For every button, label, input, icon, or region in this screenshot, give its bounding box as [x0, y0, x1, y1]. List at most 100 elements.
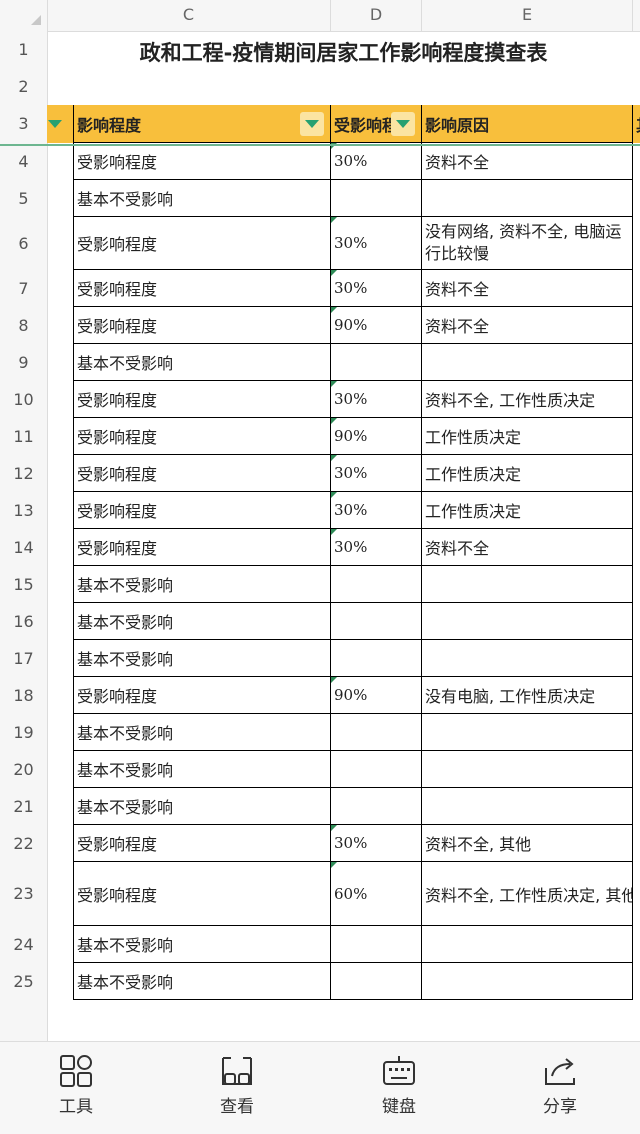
impact-reason-cell[interactable]: 没有网络, 资料不全, 电脑运行比较慢 [422, 217, 633, 270]
affected-percent-cell[interactable]: 30% [331, 270, 422, 307]
impact-degree-cell[interactable]: 基本不受影响 [73, 603, 331, 640]
impact-reason-cell[interactable]: 资料不全 [422, 270, 633, 307]
affected-percent-cell[interactable] [331, 751, 422, 788]
row-number[interactable]: 6 [0, 217, 47, 270]
affected-percent-cell[interactable]: 90% [331, 307, 422, 344]
row-number[interactable]: 19 [0, 714, 47, 751]
keyboard-button[interactable]: 键盘 [359, 1054, 439, 1117]
affected-percent-cell[interactable] [331, 926, 422, 963]
affected-percent-cell[interactable]: 60% [331, 862, 422, 926]
row-number[interactable]: 20 [0, 751, 47, 788]
row-number[interactable]: 24 [0, 926, 47, 963]
impact-degree-cell[interactable]: 基本不受影响 [73, 963, 331, 1000]
row-number[interactable]: 10 [0, 381, 47, 418]
impact-reason-cell[interactable]: 没有电脑, 工作性质决定 [422, 677, 633, 714]
impact-reason-cell[interactable] [422, 963, 633, 1000]
view-button[interactable]: 查看 [197, 1054, 277, 1117]
impact-degree-cell[interactable]: 受影响程度 [73, 455, 331, 492]
impact-degree-cell[interactable]: 基本不受影响 [73, 751, 331, 788]
row-number[interactable]: 12 [0, 455, 47, 492]
affected-percent-cell[interactable] [331, 714, 422, 751]
column-header-e[interactable]: E [422, 0, 633, 31]
affected-percent-cell[interactable]: 30% [331, 825, 422, 862]
impact-reason-cell[interactable] [422, 603, 633, 640]
row-number[interactable]: 21 [0, 788, 47, 825]
impact-degree-cell[interactable]: 基本不受影响 [73, 926, 331, 963]
row-number[interactable]: 14 [0, 529, 47, 566]
affected-percent-cell[interactable] [331, 963, 422, 1000]
affected-percent-cell[interactable]: 30% [331, 455, 422, 492]
impact-degree-cell[interactable]: 受影响程度 [73, 143, 331, 180]
row-number[interactable]: 17 [0, 640, 47, 677]
header-cell-f[interactable]: 其 [633, 105, 640, 143]
impact-degree-cell[interactable]: 受影响程度 [73, 217, 331, 270]
affected-percent-cell[interactable] [331, 566, 422, 603]
filter-dropdown-icon[interactable] [47, 112, 67, 136]
impact-degree-cell[interactable]: 受影响程度 [73, 418, 331, 455]
impact-reason-cell[interactable] [422, 926, 633, 963]
filter-dropdown-icon[interactable] [300, 111, 324, 136]
affected-percent-cell[interactable] [331, 788, 422, 825]
impact-degree-cell[interactable]: 受影响程度 [73, 492, 331, 529]
row-number[interactable]: 2 [0, 68, 47, 105]
impact-degree-cell[interactable]: 受影响程度 [73, 825, 331, 862]
filter-dropdown-icon[interactable] [391, 111, 415, 136]
impact-reason-cell[interactable] [422, 751, 633, 788]
affected-percent-cell[interactable] [331, 180, 422, 217]
impact-degree-cell[interactable]: 基本不受影响 [73, 344, 331, 381]
impact-degree-cell[interactable]: 基本不受影响 [73, 640, 331, 677]
affected-percent-cell[interactable]: 30% [331, 217, 422, 270]
select-all-corner[interactable] [0, 0, 48, 31]
impact-reason-cell[interactable]: 资料不全 [422, 307, 633, 344]
impact-reason-cell[interactable]: 工作性质决定 [422, 455, 633, 492]
row-number[interactable]: 4 [0, 143, 47, 180]
affected-percent-cell[interactable]: 30% [331, 381, 422, 418]
impact-reason-cell[interactable]: 工作性质决定 [422, 418, 633, 455]
tools-button[interactable]: 工具 [36, 1054, 116, 1117]
impact-reason-cell[interactable] [422, 788, 633, 825]
impact-degree-cell[interactable]: 受影响程度 [73, 677, 331, 714]
header-cell-c[interactable]: 影响程度 [73, 105, 331, 143]
impact-degree-cell[interactable]: 受影响程度 [73, 270, 331, 307]
row-number[interactable]: 9 [0, 344, 47, 381]
affected-percent-cell[interactable]: 30% [331, 143, 422, 180]
row-number[interactable]: 8 [0, 307, 47, 344]
impact-degree-cell[interactable]: 受影响程度 [73, 529, 331, 566]
row-number[interactable]: 5 [0, 180, 47, 217]
impact-degree-cell[interactable]: 受影响程度 [73, 381, 331, 418]
sheet-title[interactable]: 政和工程-疫情期间居家工作影响程度摸查表 [47, 37, 640, 67]
affected-percent-cell[interactable] [331, 344, 422, 381]
impact-degree-cell[interactable]: 基本不受影响 [73, 180, 331, 217]
row-number[interactable]: 1 [0, 31, 47, 68]
column-header-c[interactable]: C [47, 0, 331, 31]
affected-percent-cell[interactable]: 30% [331, 492, 422, 529]
impact-reason-cell[interactable]: 资料不全 [422, 143, 633, 180]
affected-percent-cell[interactable] [331, 603, 422, 640]
row-number[interactable]: 11 [0, 418, 47, 455]
header-cell-e[interactable]: 影响原因 [422, 105, 633, 143]
impact-degree-cell[interactable]: 基本不受影响 [73, 566, 331, 603]
impact-reason-cell[interactable]: 资料不全, 工作性质决定, 其他 [422, 862, 633, 926]
share-button[interactable]: 分享 [520, 1054, 600, 1117]
header-cell-d[interactable]: 受影响程 [331, 105, 422, 143]
impact-degree-cell[interactable]: 受影响程度 [73, 862, 331, 926]
row-number[interactable]: 25 [0, 963, 47, 1000]
header-cell-b[interactable] [47, 105, 73, 143]
row-number[interactable]: 3 [0, 105, 47, 143]
impact-degree-cell[interactable]: 受影响程度 [73, 307, 331, 344]
column-header-d[interactable]: D [331, 0, 422, 31]
row-number[interactable]: 18 [0, 677, 47, 714]
affected-percent-cell[interactable] [331, 640, 422, 677]
row-number[interactable]: 22 [0, 825, 47, 862]
impact-reason-cell[interactable]: 资料不全 [422, 529, 633, 566]
row-number[interactable]: 16 [0, 603, 47, 640]
row-number[interactable]: 15 [0, 566, 47, 603]
impact-degree-cell[interactable]: 基本不受影响 [73, 714, 331, 751]
impact-reason-cell[interactable] [422, 566, 633, 603]
impact-reason-cell[interactable] [422, 714, 633, 751]
impact-reason-cell[interactable] [422, 344, 633, 381]
row-number[interactable]: 7 [0, 270, 47, 307]
impact-reason-cell[interactable]: 资料不全, 其他 [422, 825, 633, 862]
impact-reason-cell[interactable]: 资料不全, 工作性质决定 [422, 381, 633, 418]
impact-degree-cell[interactable]: 基本不受影响 [73, 788, 331, 825]
